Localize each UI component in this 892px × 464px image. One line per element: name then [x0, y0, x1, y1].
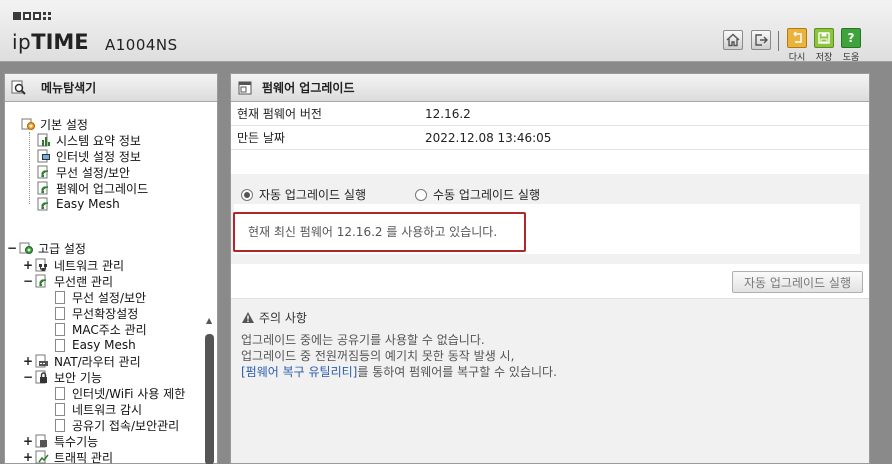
question-icon: ?	[847, 31, 855, 45]
firmware-icon	[37, 181, 49, 195]
nav-section-traffic[interactable]: + 트래픽 관리	[23, 449, 113, 464]
menu-explorer-header: 메뉴탐색기	[5, 74, 217, 102]
monitor-icon	[37, 149, 50, 163]
undo-icon	[793, 31, 802, 43]
help-label: 도움	[842, 53, 860, 63]
caution-line-3: [펌웨어 복구 유틸리티]를 통하여 펌웨어를 복구할 수 있습니다.	[241, 365, 557, 379]
tree-guide-line	[29, 132, 30, 204]
brand-logo-mark	[13, 12, 51, 20]
page-icon	[55, 290, 65, 304]
page-title: 펌웨어 업그레이드	[262, 81, 355, 95]
top-header: ipTIME A1004NS 다시 저장 ? 도움	[0, 0, 892, 63]
nav-item-firmware-upgrade[interactable]: 펌웨어 업그레이드	[37, 180, 148, 196]
nav-section-nat[interactable]: + NAT/라우터 관리	[23, 353, 141, 369]
page-icon	[55, 418, 65, 432]
page-icon	[55, 402, 65, 416]
page-icon	[55, 338, 65, 352]
home-button[interactable]	[723, 30, 743, 50]
toolbar-divider	[778, 31, 779, 51]
menu-explorer: 메뉴탐색기 기본 설정 시스템 요약 정보 인터넷 설정 정보 무선 설정/보안…	[4, 73, 218, 464]
current-version-label: 현재 펌웨어 버전	[237, 107, 322, 121]
nav-item-easy-mesh-basic[interactable]: Easy Mesh	[37, 196, 120, 212]
home-icon	[726, 33, 740, 47]
radio-unselected-icon[interactable]	[415, 188, 427, 201]
help-button[interactable]: ?	[841, 28, 861, 48]
special-feature-icon	[35, 434, 47, 448]
page-icon	[55, 306, 65, 320]
nav-section-special[interactable]: + 특수기능	[23, 433, 98, 449]
network-icon	[35, 258, 47, 272]
nav-section-wireless[interactable]: − 무선랜 관리	[23, 273, 113, 289]
mesh-icon	[37, 197, 49, 211]
collapse-icon[interactable]: −	[7, 241, 17, 255]
build-date-label: 만든 날짜	[237, 131, 285, 145]
build-date-value: 2022.12.08 13:46:05	[425, 130, 552, 145]
retry-label: 다시	[788, 53, 806, 63]
collapse-icon[interactable]: −	[23, 370, 33, 384]
caution-line-1: 업그레이드 중에는 공유기를 사용할 수 없습니다.	[241, 333, 485, 347]
retry-button[interactable]	[787, 28, 807, 48]
radio-selected-icon[interactable]	[241, 188, 253, 201]
scroll-up-arrow-icon[interactable]: ▲	[206, 316, 214, 326]
nav-item-internet-restrict[interactable]: 인터넷/WiFi 사용 제한	[55, 385, 185, 401]
nav-item-router-access[interactable]: 공유기 접속/보안관리	[55, 417, 179, 433]
nav-item-network-monitor[interactable]: 네트워크 감시	[55, 401, 142, 417]
caution-section: 주의 사항 업그레이드 중에는 공유기를 사용할 수 없습니다. 업그레이드 중…	[231, 298, 869, 463]
nav-section-security[interactable]: − 보안 기능	[23, 369, 102, 385]
wifi-icon	[37, 165, 49, 179]
page-icon	[55, 386, 65, 400]
nav-group-basic[interactable]: 기본 설정	[21, 116, 88, 132]
nav-item-wireless-extend[interactable]: 무선확장설정	[55, 305, 138, 321]
save-button[interactable]	[814, 28, 834, 48]
expand-icon[interactable]: +	[23, 258, 33, 272]
firmware-panel: 펌웨어 업그레이드 현재 펌웨어 버전 12.16.2 만든 날짜 2022.1…	[230, 73, 870, 464]
nav-item-mac-address[interactable]: MAC주소 관리	[55, 321, 147, 337]
manual-upgrade-radio[interactable]: 수동 업그레이드 실행	[415, 186, 540, 203]
collapse-icon[interactable]: −	[23, 274, 33, 288]
model-name: A1004NS	[105, 36, 178, 54]
lock-icon	[35, 370, 47, 384]
caution-line-2: 업그레이드 중 전원꺼짐등의 예기치 못한 동작 발생 시,	[241, 349, 515, 363]
nav-item-easy-mesh-advanced[interactable]: Easy Mesh	[55, 337, 136, 353]
nav-item-wireless-security[interactable]: 무선 설정/보안	[37, 164, 130, 180]
nav-item-system-summary[interactable]: 시스템 요약 정보	[37, 132, 141, 148]
run-auto-upgrade-button[interactable]: 자동 업그레이드 실행	[732, 271, 863, 293]
magnifier-icon	[11, 80, 26, 95]
nav-group-advanced[interactable]: − 고급 설정	[7, 240, 86, 256]
nav-scrollbar-thumb[interactable]	[205, 334, 214, 464]
current-version-value: 12.16.2	[425, 106, 471, 121]
bar-chart-icon	[37, 133, 50, 147]
build-date-row: 만든 날짜 2022.12.08 13:46:05	[231, 126, 869, 150]
logout-button[interactable]	[751, 30, 771, 50]
folder-plus-icon	[19, 242, 33, 254]
expand-icon[interactable]: +	[23, 450, 33, 464]
nav-item-wireless-config[interactable]: 무선 설정/보안	[55, 289, 146, 305]
status-highlight-box	[233, 212, 526, 252]
expand-icon[interactable]: +	[23, 354, 33, 368]
logout-icon	[755, 34, 768, 46]
save-icon	[818, 32, 830, 44]
brand-logo: ipTIME	[12, 30, 89, 54]
traffic-chart-icon	[35, 450, 49, 464]
window-icon	[238, 81, 252, 94]
wifi-icon	[35, 274, 47, 288]
page-icon	[55, 322, 65, 336]
router-icon	[35, 354, 48, 368]
menu-explorer-title: 메뉴탐색기	[41, 81, 97, 95]
save-label: 저장	[815, 53, 833, 63]
nav-item-internet-info[interactable]: 인터넷 설정 정보	[37, 148, 141, 164]
caution-title: 주의 사항	[241, 309, 307, 326]
current-version-row: 현재 펌웨어 버전 12.16.2	[231, 102, 869, 126]
warning-icon	[242, 312, 254, 323]
firmware-panel-header: 펌웨어 업그레이드	[231, 74, 869, 102]
nav-section-network[interactable]: + 네트워크 관리	[23, 257, 124, 273]
expand-icon[interactable]: +	[23, 434, 33, 448]
auto-upgrade-radio[interactable]: 자동 업그레이드 실행	[241, 186, 366, 203]
firmware-recovery-link[interactable]: [펌웨어 복구 유틸리티]	[241, 365, 357, 379]
folder-settings-icon	[21, 118, 35, 130]
